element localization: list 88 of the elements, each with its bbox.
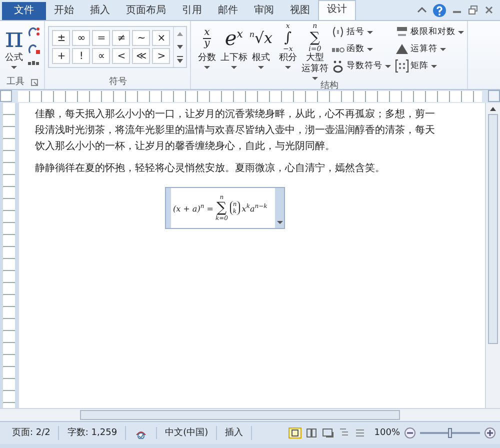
linear-format-icon — [27, 42, 42, 56]
web-layout-icon — [322, 427, 334, 439]
caret-icon — [458, 30, 464, 34]
caret-icon — [385, 64, 392, 68]
structure-menu-button[interactable]: 函数 — [331, 42, 392, 56]
status-item[interactable]: 字数: 1,259 — [59, 426, 126, 440]
group-label: 符号 — [108, 76, 127, 89]
ribbon-tab[interactable]: 审阅 — [246, 2, 282, 20]
bracket-icon — [331, 25, 346, 39]
zoom-in-icon — [484, 427, 496, 439]
symbol-button[interactable]: ~ — [132, 30, 150, 46]
caret-icon — [230, 66, 237, 69]
ribbon-tab[interactable]: 邮件 — [210, 2, 246, 20]
close-icon — [484, 5, 494, 15]
ribbon-tab[interactable]: 设计 — [318, 0, 356, 20]
operator-icon — [395, 42, 410, 56]
accent-icon — [331, 59, 346, 73]
gallery-down-icon — [176, 42, 184, 51]
normal-text-icon — [27, 59, 42, 67]
equation-handle[interactable] — [166, 188, 171, 228]
professional-format-icon — [27, 25, 42, 39]
caret-icon — [204, 66, 210, 69]
structure-menu-button[interactable]: 运算符 — [395, 42, 464, 56]
zoom-thumb[interactable] — [448, 428, 452, 438]
gallery-more-icon — [176, 56, 184, 64]
structure-button[interactable]: e$^{x}$ 上下标 — [221, 23, 246, 69]
view-ruler-button[interactable] — [488, 90, 500, 102]
matrix-icon — [395, 59, 410, 73]
draft-icon — [354, 427, 366, 439]
paragraph: 静静徜徉在夏的怀抱，轻轻将心灵悄然安放。夏雨微凉，心自清宁，嫣然含笑。 — [35, 162, 386, 176]
group-label: 工具 — [6, 76, 25, 89]
equation-text: (x + a)$^{n}$ = — [173, 202, 214, 214]
equation-text: x$^{k}$a$^{n−k}$ — [242, 202, 268, 214]
scroll-thumb[interactable] — [80, 410, 400, 420]
zoom-level[interactable]: 100% — [374, 428, 400, 438]
group-label: 结构 — [320, 80, 338, 89]
status-item[interactable]: 中文(中国) — [157, 426, 218, 440]
ribbon-tab[interactable]: 插入 — [82, 2, 118, 20]
symbol-button[interactable]: ± — [52, 30, 70, 46]
ribbon-tab[interactable]: 文件 — [2, 2, 46, 20]
print-layout-icon — [288, 427, 302, 439]
ribbon-tab[interactable]: 视图 — [282, 2, 318, 20]
structure-button[interactable]: $^{n}$√x 根式 — [248, 23, 274, 69]
caret-icon — [440, 48, 446, 50]
limit-icon — [395, 25, 410, 39]
caret-icon — [284, 66, 291, 69]
horizontal-scrollbar[interactable] — [0, 408, 500, 421]
symbol-button[interactable]: ≪ — [132, 48, 150, 64]
status-item[interactable]: 页面: 2/2 — [4, 426, 60, 440]
caret-icon — [431, 64, 438, 68]
symbol-button[interactable]: ∞ — [72, 30, 90, 46]
ribbon-tab[interactable]: 页面布局 — [118, 2, 174, 20]
symbol-button[interactable]: = — [92, 30, 110, 46]
structure-menu-button[interactable]: 导数符号 — [331, 59, 392, 73]
scroll-thumb[interactable] — [488, 114, 498, 344]
vertical-scrollbar[interactable] — [485, 103, 500, 408]
restore-icon — [468, 5, 478, 15]
structure-button[interactable]: x y 分数 — [194, 23, 220, 69]
caret-icon — [11, 66, 18, 69]
status-item[interactable]: 插入 — [217, 426, 252, 440]
ribbon-tab[interactable]: 开始 — [46, 2, 82, 20]
symbol-button[interactable]: < — [112, 48, 130, 64]
caret-icon — [367, 30, 374, 34]
zoom-out-icon — [404, 427, 416, 439]
equation-options-button[interactable] — [275, 188, 284, 228]
caret-icon — [276, 221, 282, 224]
structure-menu-button[interactable]: 矩阵 — [395, 59, 464, 73]
gallery-up-icon — [176, 30, 184, 38]
equation-button[interactable]: π 公式 — [3, 23, 26, 69]
caret-icon — [367, 48, 374, 50]
paragraph: 佳酿，每天抿入那么小小的一口，让岁月的沉香萦绕身畔，从此，心不再孤寂；多想，剪一段清浅时光沏茶，将流年光影里的温情与欢喜尽皆纳入壶中，沏一壶温润醇香的清茶，每天饮入那么小小的一杯，让岁月的馨香缠绕身心，自此，与光阴同醉。 — [35, 108, 436, 154]
help-icon — [433, 4, 446, 16]
symbol-button[interactable]: ≠ — [112, 30, 130, 46]
ribbon-tab[interactable]: 引用 — [174, 2, 210, 20]
caret-icon — [258, 66, 264, 69]
structure-menu-button[interactable]: 括号 — [331, 25, 392, 39]
equation-text: ∑ — [216, 201, 227, 215]
reading-layout-icon — [306, 427, 318, 439]
dialog-launcher-icon — [30, 79, 38, 86]
symbol-button[interactable]: > — [152, 48, 170, 64]
symbol-button[interactable]: × — [152, 30, 170, 46]
tab-selector[interactable] — [0, 90, 12, 102]
caret-icon — [312, 77, 318, 80]
symbol-button[interactable]: + — [52, 48, 70, 64]
structure-menu-button[interactable]: 极限和对数 — [395, 25, 464, 39]
symbol-button[interactable]: ! — [72, 48, 90, 64]
symbol-button[interactable]: ∝ — [92, 48, 110, 64]
collapse-ribbon-icon — [417, 5, 427, 15]
